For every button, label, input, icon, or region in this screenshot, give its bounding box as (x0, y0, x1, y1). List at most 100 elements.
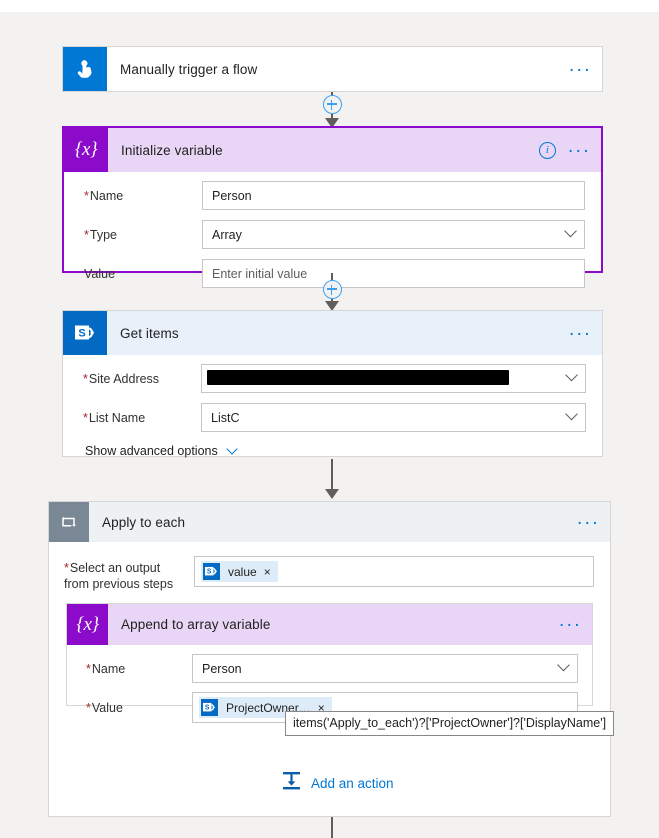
field-label-site-address: *Site Address (83, 371, 160, 386)
add-action-icon (281, 770, 302, 796)
card-header-actions: ... (577, 502, 600, 542)
svg-text:S: S (78, 327, 85, 339)
required-asterisk: * (84, 188, 89, 203)
variable-icon-container: {x} (64, 128, 108, 172)
insert-step-button[interactable] (322, 95, 342, 114)
site-address-dropdown[interactable] (201, 364, 586, 393)
variable-name-value: Person (202, 661, 242, 676)
connector-applytoeach-outgoing (302, 817, 362, 838)
field-label-type: *Type (84, 227, 117, 242)
field-label-name: *Name (86, 661, 126, 676)
variable-braces-icon: {x} (67, 604, 108, 645)
field-row-name: *Name Person (86, 653, 578, 684)
svg-text:S: S (205, 705, 210, 712)
card-title-text: Get items (120, 325, 179, 341)
required-asterisk: * (83, 410, 88, 425)
required-asterisk: * (86, 700, 91, 715)
type-dropdown[interactable]: Array (202, 220, 585, 249)
card-header: S Get items ... (63, 311, 602, 355)
field-label-name: *Name (84, 188, 124, 203)
card-title-text: Initialize variable (121, 142, 223, 158)
required-asterisk: * (84, 227, 89, 242)
info-icon[interactable]: i (538, 141, 556, 159)
list-name-value: ListC (211, 410, 240, 425)
chevron-down-icon (557, 658, 570, 671)
more-options-button[interactable]: ... (568, 137, 591, 159)
insert-step-button[interactable] (322, 280, 342, 299)
add-an-action-button[interactable]: Add an action (281, 770, 394, 796)
loop-icon (49, 502, 89, 542)
show-advanced-options-button[interactable]: Show advanced options (85, 443, 238, 458)
tap-hand-icon (63, 47, 107, 91)
connector-getitems-to-applytoeach (302, 459, 362, 501)
connector-line (331, 459, 333, 493)
add-an-action-label: Add an action (311, 775, 394, 791)
sharepoint-icon-container: S (63, 311, 107, 355)
connector-initialize-to-getitems (302, 273, 362, 313)
required-asterisk: * (86, 661, 91, 676)
card-header: {x} Initialize variable i ... (64, 128, 601, 172)
variable-braces-icon: {x} (64, 128, 108, 172)
card-header: Manually trigger a flow ... (63, 47, 602, 91)
name-input-value: Person (212, 188, 252, 203)
chevron-down-icon (565, 368, 578, 381)
token-label: value (228, 564, 257, 579)
loop-icon-container (49, 502, 89, 542)
card-header-actions: i ... (538, 128, 591, 172)
connector-trigger-to-initialize (302, 92, 362, 128)
card-header: Apply to each ... (49, 502, 610, 542)
required-asterisk: * (64, 561, 69, 575)
more-options-button[interactable]: ... (559, 611, 582, 633)
initial-value-placeholder: Enter initial value (212, 266, 308, 281)
svg-text:S: S (207, 569, 212, 576)
card-header-actions: ... (569, 311, 592, 355)
sharepoint-icon: S (202, 562, 221, 581)
show-advanced-options-label: Show advanced options (85, 444, 218, 458)
card-append-to-array-variable[interactable]: {x} Append to array variable ... *Name P… (66, 603, 593, 723)
card-header-actions: ... (569, 47, 592, 91)
connector-arrowhead (325, 489, 339, 499)
expression-tooltip: items('Apply_to_each')?['ProjectOwner']?… (285, 711, 615, 736)
card-body: *Select an output from previous steps S (49, 542, 610, 592)
initial-value-input[interactable]: Enter initial value (202, 259, 585, 288)
card-title-text: Manually trigger a flow (120, 61, 258, 77)
field-label-value: *Value (86, 700, 123, 715)
remove-token-button[interactable]: × (264, 565, 271, 579)
field-label-value: Value (84, 266, 116, 281)
trigger-icon-container (63, 47, 107, 91)
variable-name-dropdown[interactable]: Person (192, 654, 578, 683)
card-get-items[interactable]: S Get items ... *Site Address *List Name… (62, 310, 603, 458)
field-label-list-name: *List Name (83, 410, 146, 425)
chevron-down-icon (565, 407, 578, 420)
field-row-type: *Type Array (84, 219, 585, 250)
field-label-select-output: *Select an output from previous steps (64, 561, 174, 591)
card-header-actions: ... (559, 604, 582, 645)
name-input[interactable]: Person (202, 181, 585, 210)
chevron-down-icon (564, 224, 577, 237)
card-title-text: Append to array variable (121, 617, 271, 632)
type-dropdown-value: Array (212, 227, 242, 242)
chevron-down-icon (226, 443, 238, 455)
card-title-text: Apply to each (102, 514, 186, 530)
sharepoint-icon: S (200, 698, 219, 717)
field-row-list-name: *List Name ListC (83, 402, 586, 433)
sharepoint-icon: S (63, 311, 107, 355)
field-row-select-output: *Select an output from previous steps S (64, 556, 594, 592)
more-options-button[interactable]: ... (577, 509, 600, 531)
token-value[interactable]: S value × (201, 561, 278, 582)
card-body: *Site Address *List Name ListC Show adva… (63, 355, 602, 472)
redacted-site-address-value (207, 370, 509, 385)
flow-designer-canvas: Manually trigger a flow ... {x} Initiali… (0, 0, 659, 838)
card-initialize-variable[interactable]: {x} Initialize variable i ... *Name Pers… (62, 126, 603, 288)
connector-line (331, 817, 333, 838)
field-row-site-address: *Site Address (83, 363, 586, 394)
list-name-dropdown[interactable]: ListC (201, 403, 586, 432)
required-asterisk: * (83, 371, 88, 386)
select-output-input[interactable]: S value × (194, 556, 594, 587)
card-manually-trigger-a-flow[interactable]: Manually trigger a flow ... (62, 46, 603, 92)
variable-icon-container: {x} (67, 604, 108, 645)
more-options-button[interactable]: ... (569, 56, 592, 78)
card-header: {x} Append to array variable ... (67, 604, 592, 645)
field-row-name: *Name Person (84, 180, 585, 211)
more-options-button[interactable]: ... (569, 320, 592, 342)
